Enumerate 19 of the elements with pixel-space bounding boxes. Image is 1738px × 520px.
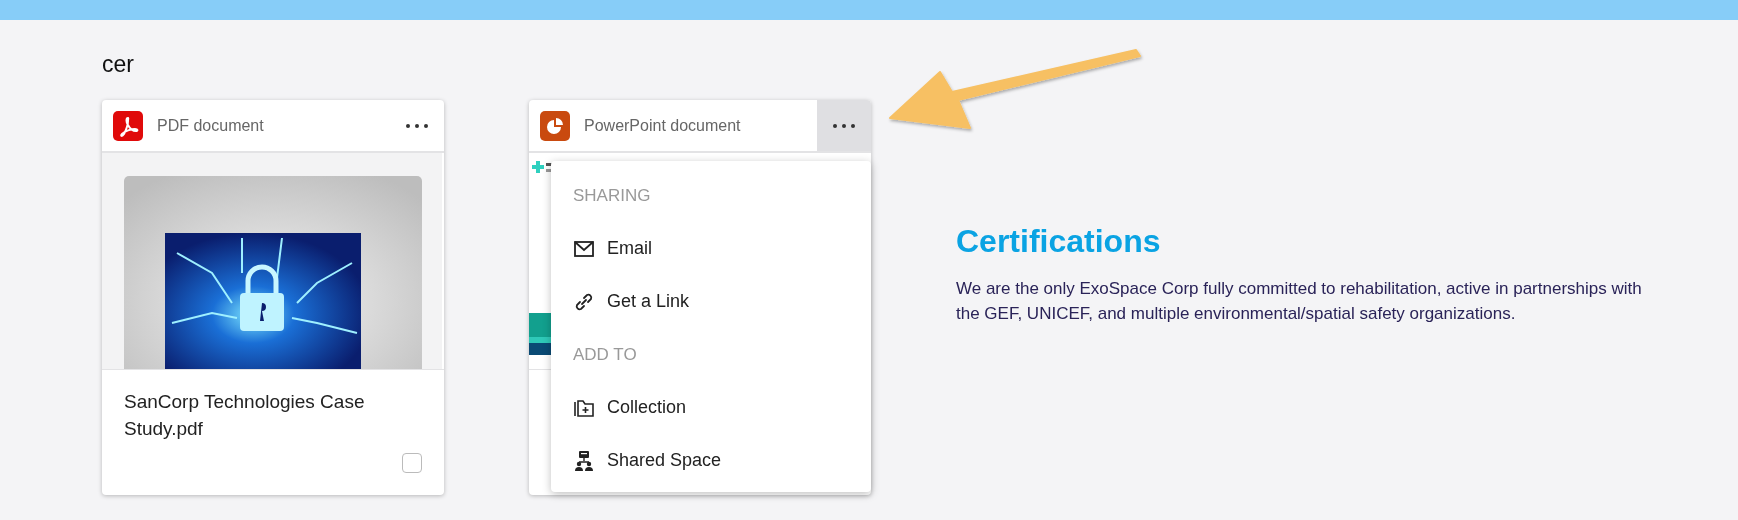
section-title: cer xyxy=(102,50,134,78)
menu-item[interactable]: Shared Space xyxy=(551,434,871,487)
more-icon xyxy=(405,122,429,129)
pdf-icon xyxy=(113,110,143,141)
menu-item[interactable]: Email xyxy=(551,222,871,275)
file-name: SanCorp Technologies Case Study.pdf xyxy=(124,390,366,441)
document-type-label: PowerPoint document xyxy=(584,116,742,135)
menu-section-label: ADD TO xyxy=(572,344,637,366)
description-text: We are the only ExoSpace Corp fully committed to rehabilitation, active in partnerships with the GEF, UNICEF, and multiple environmental/spatial safety organizations. xyxy=(956,278,1643,325)
more-icon xyxy=(832,122,856,129)
section-heading: Certifications xyxy=(956,223,1161,260)
document-type-label: PDF document xyxy=(157,116,265,135)
more-button[interactable] xyxy=(817,100,871,151)
people-icon xyxy=(573,449,595,472)
menu-item[interactable]: Get a Link xyxy=(551,275,871,328)
menu-item[interactable]: Collection xyxy=(551,381,871,434)
select-checkbox[interactable] xyxy=(402,453,422,473)
pie-chart-icon xyxy=(540,110,570,141)
menu-section-label: SHARING xyxy=(572,185,651,207)
